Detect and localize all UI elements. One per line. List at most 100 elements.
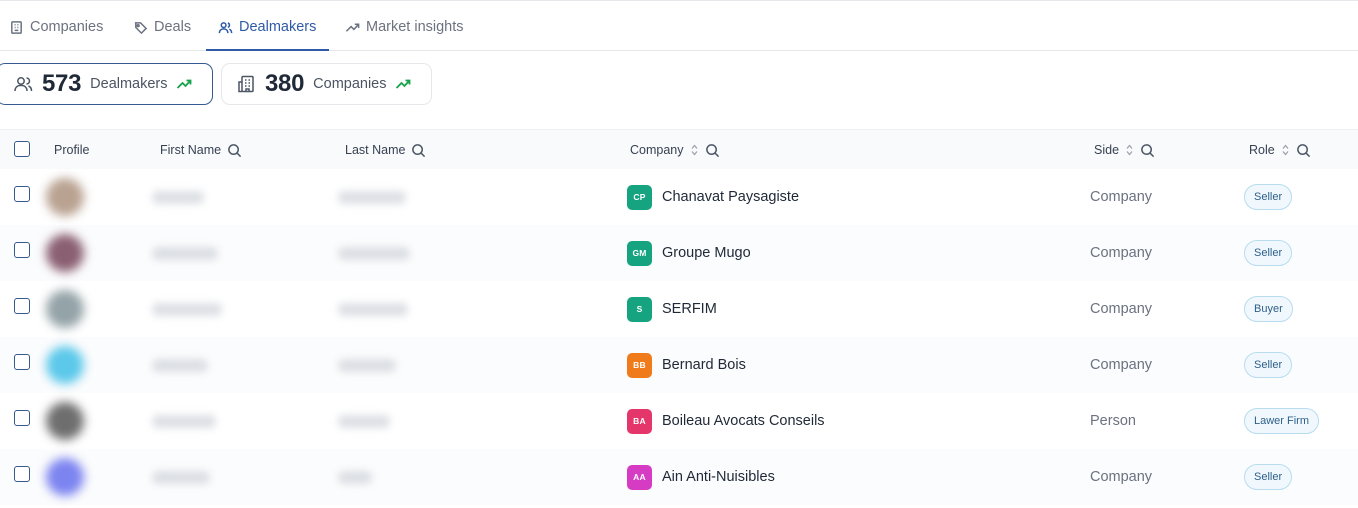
role-badge: Lawer Firm xyxy=(1244,408,1320,434)
companies-label: Companies xyxy=(313,76,387,92)
company-name: Boileau Avocats Conseils xyxy=(662,413,825,429)
tab-deals[interactable]: Deals xyxy=(133,3,191,51)
tab-companies-label: Companies xyxy=(30,19,104,35)
role-badge: Seller xyxy=(1244,352,1293,378)
role-badge: Seller xyxy=(1244,464,1293,490)
row-checkbox[interactable] xyxy=(14,186,30,202)
first-name-redacted xyxy=(152,247,218,260)
side-value: Company xyxy=(1090,469,1153,485)
tab-companies[interactable]: Companies xyxy=(9,3,103,51)
sort-icon[interactable] xyxy=(1281,144,1290,156)
tab-market-insights-label: Market insights xyxy=(366,19,464,35)
column-company: Company xyxy=(630,130,720,170)
row-checkbox[interactable] xyxy=(14,298,30,314)
row-checkbox[interactable] xyxy=(14,354,30,370)
table-row[interactable]: S SERFIM Company Buyer xyxy=(0,281,1358,337)
dealmakers-label: Dealmakers xyxy=(90,76,168,92)
company-cell[interactable]: S SERFIM xyxy=(627,281,717,337)
company-name: SERFIM xyxy=(662,301,717,317)
companies-count: 380 xyxy=(265,70,305,97)
side-value: Company xyxy=(1090,189,1153,205)
side-value: Company xyxy=(1090,245,1153,261)
active-tab-indicator xyxy=(206,49,329,51)
table-row[interactable]: GM Groupe Mugo Company Seller xyxy=(0,225,1358,281)
select-all-checkbox[interactable] xyxy=(14,141,30,157)
column-first-name-label: First Name xyxy=(160,143,222,157)
column-role: Role xyxy=(1249,130,1311,170)
last-name-redacted xyxy=(338,303,408,316)
last-name-redacted xyxy=(338,471,372,484)
column-last-name: Last Name xyxy=(345,130,426,170)
sort-icon[interactable] xyxy=(690,144,699,156)
company-name: Chanavat Paysagiste xyxy=(662,189,800,205)
table-row[interactable]: CP Chanavat Paysagiste Company Seller xyxy=(0,169,1358,225)
tag-icon xyxy=(134,21,148,34)
company-logo: GM xyxy=(627,240,652,266)
company-cell[interactable]: BB Bernard Bois xyxy=(627,337,746,393)
dealmakers-table: Profile First Name Last Name Company Sid… xyxy=(0,129,1358,505)
last-name-redacted xyxy=(338,359,396,372)
company-logo: S xyxy=(627,296,652,322)
tab-dealmakers[interactable]: Dealmakers xyxy=(218,3,316,51)
company-cell[interactable]: AA Ain Anti-Nuisibles xyxy=(627,449,775,505)
company-logo: CP xyxy=(627,184,652,210)
trend-up-icon xyxy=(176,79,191,89)
stat-card-companies[interactable]: 380 Companies xyxy=(221,63,432,105)
company-cell[interactable]: BA Boileau Avocats Conseils xyxy=(627,393,825,449)
first-name-redacted xyxy=(152,471,210,484)
last-name-redacted xyxy=(338,247,410,260)
tab-market-insights[interactable]: Market insights xyxy=(345,3,464,51)
company-logo: AA xyxy=(627,464,652,490)
column-side: Side xyxy=(1094,130,1155,170)
search-icon[interactable] xyxy=(1296,143,1311,158)
sort-icon[interactable] xyxy=(1125,144,1134,156)
table-row[interactable]: AA Ain Anti-Nuisibles Company Seller xyxy=(0,449,1358,505)
tab-deals-label: Deals xyxy=(154,19,192,35)
last-name-redacted xyxy=(338,415,390,428)
side-value: Company xyxy=(1090,301,1153,317)
column-profile-label: Profile xyxy=(54,143,90,157)
building-icon xyxy=(238,75,254,93)
table-body: CP Chanavat Paysagiste Company Seller GM… xyxy=(0,169,1358,505)
table-row[interactable]: BB Bernard Bois Company Seller xyxy=(0,337,1358,393)
side-value: Company xyxy=(1090,357,1153,373)
search-icon[interactable] xyxy=(1140,143,1155,158)
company-name: Groupe Mugo xyxy=(662,245,751,261)
role-badge: Seller xyxy=(1244,240,1293,266)
search-icon[interactable] xyxy=(705,143,720,158)
column-side-label: Side xyxy=(1094,143,1120,157)
avatar xyxy=(46,178,84,216)
column-company-label: Company xyxy=(630,143,684,157)
avatar xyxy=(46,402,84,440)
first-name-redacted xyxy=(152,415,216,428)
search-icon[interactable] xyxy=(411,143,426,158)
users-icon xyxy=(218,21,233,33)
first-name-redacted xyxy=(152,359,208,372)
company-cell[interactable]: GM Groupe Mugo xyxy=(627,225,751,281)
users-icon xyxy=(14,77,33,92)
table-row[interactable]: BA Boileau Avocats Conseils Person Lawer… xyxy=(0,393,1358,449)
column-last-name-label: Last Name xyxy=(345,143,406,157)
side-value: Person xyxy=(1090,413,1136,429)
column-profile: Profile xyxy=(54,130,89,170)
last-name-redacted xyxy=(338,191,406,204)
row-checkbox[interactable] xyxy=(14,466,30,482)
stat-card-dealmakers[interactable]: 573 Dealmakers xyxy=(0,63,213,105)
search-icon[interactable] xyxy=(227,143,242,158)
company-cell[interactable]: CP Chanavat Paysagiste xyxy=(627,169,799,225)
dealmakers-count: 573 xyxy=(42,70,82,97)
tab-dealmakers-label: Dealmakers xyxy=(239,19,317,35)
tab-bar: Companies Deals Dealmakers Market insigh… xyxy=(0,3,1358,51)
avatar xyxy=(46,290,84,328)
avatar xyxy=(46,346,84,384)
building-icon xyxy=(11,20,22,34)
company-name: Bernard Bois xyxy=(662,357,746,373)
company-name: Ain Anti-Nuisibles xyxy=(662,469,775,485)
role-badge: Buyer xyxy=(1244,296,1293,322)
row-checkbox[interactable] xyxy=(14,242,30,258)
first-name-redacted xyxy=(152,303,222,316)
company-logo: BA xyxy=(627,408,652,434)
trend-up-icon xyxy=(395,79,410,89)
row-checkbox[interactable] xyxy=(14,410,30,426)
role-badge: Seller xyxy=(1244,184,1293,210)
